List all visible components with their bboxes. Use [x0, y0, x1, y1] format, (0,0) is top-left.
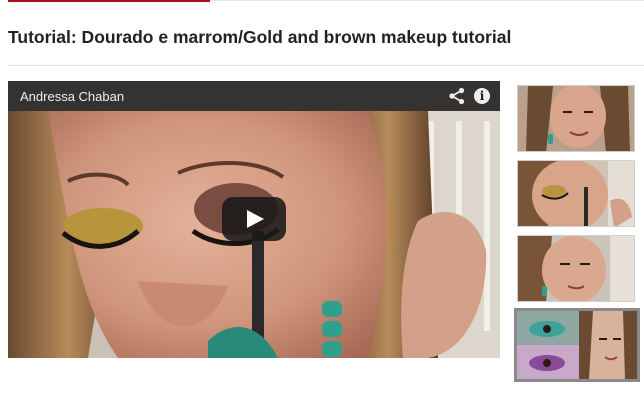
- post-title: Tutorial: Dourado e marrom/Gold and brow…: [8, 27, 512, 47]
- player-top-bar: Andressa Chaban i: [8, 81, 500, 111]
- thumbnail-3[interactable]: [517, 235, 635, 302]
- header-accent-bar: [8, 0, 210, 2]
- title-divider: [8, 65, 644, 66]
- thumbnail-1[interactable]: [517, 85, 635, 152]
- share-icon[interactable]: [448, 87, 466, 105]
- thumbnail-2[interactable]: [517, 160, 635, 227]
- thumbnail-4-image: [517, 311, 637, 379]
- play-button[interactable]: [222, 197, 286, 241]
- thumbnail-3-image: [518, 236, 634, 301]
- channel-name[interactable]: Andressa Chaban: [20, 89, 124, 104]
- thumbnail-2-image: [518, 161, 634, 226]
- header-divider: [210, 0, 644, 1]
- video-player[interactable]: Andressa Chaban i: [8, 81, 500, 358]
- info-icon[interactable]: i: [474, 88, 490, 104]
- thumbnail-1-image: [518, 86, 634, 151]
- thumbnail-4[interactable]: [514, 308, 640, 382]
- play-icon: [247, 210, 264, 228]
